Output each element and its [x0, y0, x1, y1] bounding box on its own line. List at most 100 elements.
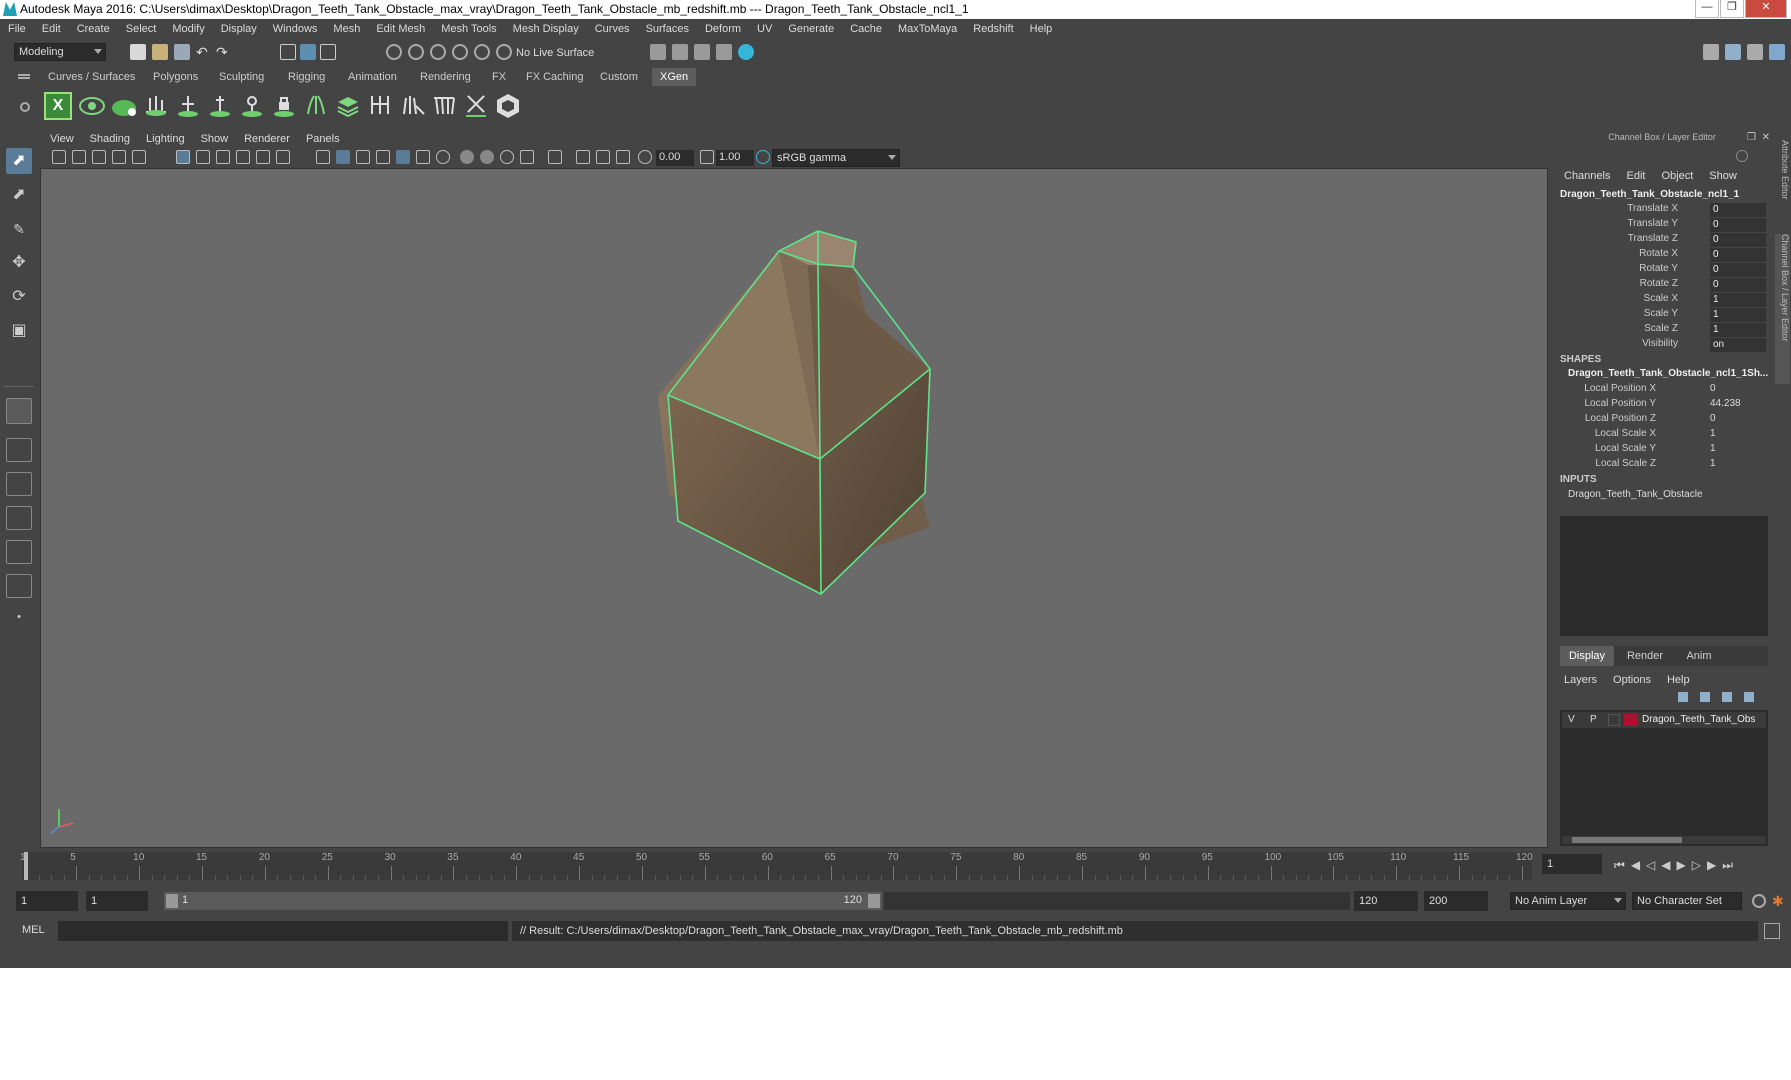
script-language-label[interactable]: MEL: [22, 924, 45, 936]
exposure-field[interactable]: 0.00: [656, 150, 694, 166]
command-input[interactable]: [58, 921, 508, 941]
dragon-teeth-obstacle-mesh[interactable]: [658, 231, 930, 594]
move-layer-down-icon[interactable]: [1700, 692, 1710, 702]
tab-render[interactable]: Render: [1618, 646, 1672, 666]
select-hierarchy-icon[interactable]: [280, 44, 296, 60]
move-tool-icon[interactable]: ✥: [6, 250, 32, 276]
shelf-settings-icon[interactable]: [20, 102, 30, 112]
render-view-icon[interactable]: [738, 44, 754, 60]
attr-scale-y[interactable]: Scale Y 1: [1550, 308, 1774, 323]
attr-rotate-x[interactable]: Rotate X 0: [1550, 248, 1774, 263]
menu-edit-mesh[interactable]: Edit Mesh: [376, 23, 425, 35]
shelf-menu-icon[interactable]: [18, 74, 30, 76]
layer-menu-help[interactable]: Help: [1667, 674, 1690, 686]
xgen-editor-icon[interactable]: X: [44, 92, 72, 120]
maximize-button[interactable]: ❐: [1720, 0, 1744, 18]
grab-tool-icon[interactable]: [398, 92, 426, 120]
cb-menu-object[interactable]: Object: [1661, 170, 1693, 182]
gamma-icon[interactable]: [700, 150, 714, 164]
input-node-name[interactable]: Dragon_Teeth_Tank_Obstacle: [1568, 489, 1703, 500]
rotate-tool-icon[interactable]: ⟳: [6, 284, 32, 310]
lasso-tool-icon[interactable]: ⬈: [6, 182, 32, 208]
tab-anim[interactable]: Anim: [1674, 646, 1724, 666]
attr-value[interactable]: 1: [1710, 458, 1716, 469]
viewport-menu-panels[interactable]: Panels: [306, 133, 340, 145]
gate-mask-icon[interactable]: [236, 150, 250, 164]
xray-icon[interactable]: [576, 150, 590, 164]
lock-guides-icon[interactable]: [270, 92, 298, 120]
grid-icon[interactable]: [176, 150, 190, 164]
exposure-icon[interactable]: [638, 150, 652, 164]
tab-curves-surfaces[interactable]: Curves / Surfaces: [40, 68, 143, 86]
layer-color-swatch[interactable]: [1624, 714, 1638, 726]
playback-end-field[interactable]: 120: [1354, 891, 1418, 911]
menu-edit[interactable]: Edit: [42, 23, 61, 35]
wireframe-on-shaded-icon[interactable]: [356, 150, 370, 164]
layer-menu-options[interactable]: Options: [1613, 674, 1651, 686]
float-panel-icon[interactable]: ❐: [1747, 132, 1756, 143]
range-slider-track[interactable]: [884, 892, 1350, 910]
sculpt-guides-icon[interactable]: [238, 92, 266, 120]
attr-value[interactable]: 0: [1710, 278, 1766, 292]
shape-name[interactable]: Dragon_Teeth_Tank_Obstacle_ncl1_1Sh...: [1568, 368, 1768, 379]
scale-tool-icon[interactable]: ▣: [6, 318, 32, 344]
shadows-icon[interactable]: [436, 150, 450, 164]
range-handle-start[interactable]: [166, 894, 178, 908]
field-chart-icon[interactable]: [256, 150, 270, 164]
attr-value[interactable]: 1: [1710, 293, 1766, 307]
image-plane-icon[interactable]: [112, 150, 126, 164]
color-management-icon[interactable]: [756, 150, 770, 164]
snap-grid-icon[interactable]: [386, 44, 402, 60]
attr-local-position-z[interactable]: Local Position Z 0: [1550, 413, 1774, 428]
attr-value[interactable]: 0: [1710, 203, 1766, 217]
select-object-icon[interactable]: [300, 44, 316, 60]
motion-blur-icon[interactable]: [480, 150, 494, 164]
tab-custom[interactable]: Custom: [592, 68, 646, 86]
camera-attributes-icon[interactable]: [72, 150, 86, 164]
play-back-icon[interactable]: ◀: [1661, 858, 1676, 872]
menu-generate[interactable]: Generate: [788, 23, 834, 35]
resolution-gate-icon[interactable]: [216, 150, 230, 164]
tab-rendering[interactable]: Rendering: [412, 68, 479, 86]
wireframe-icon[interactable]: [316, 150, 330, 164]
tool-settings-icon[interactable]: [1747, 44, 1763, 60]
bake-guides-icon[interactable]: [366, 92, 394, 120]
attr-scale-x[interactable]: Scale X 1: [1550, 293, 1774, 308]
tab-rigging[interactable]: Rigging: [280, 68, 333, 86]
go-to-end-icon[interactable]: ⏭: [1722, 858, 1739, 872]
add-guide-icon[interactable]: [174, 92, 202, 120]
film-gate-icon[interactable]: [196, 150, 210, 164]
cut-tool-icon[interactable]: [462, 92, 490, 120]
ipr-render-icon[interactable]: [672, 44, 688, 60]
minimize-button[interactable]: —: [1695, 0, 1719, 18]
smooth-shade-icon[interactable]: [336, 150, 350, 164]
timeline-ruler[interactable]: 1 5 10 15 20 25 30 35 40 45 50 55 60 65 70 75 80 85 90 95 10…: [20, 852, 1533, 880]
use-all-lights-icon[interactable]: [416, 150, 430, 164]
attr-translate-x[interactable]: Translate X 0: [1550, 203, 1774, 218]
menu-create[interactable]: Create: [77, 23, 110, 35]
2d-pan-zoom-icon[interactable]: [132, 150, 146, 164]
new-scene-icon[interactable]: [130, 44, 146, 60]
object-name[interactable]: Dragon_Teeth_Tank_Obstacle_ncl1_1: [1560, 189, 1739, 200]
attr-value[interactable]: 0: [1710, 413, 1716, 424]
attr-rotate-z[interactable]: Rotate Z 0: [1550, 278, 1774, 293]
tab-fx-caching[interactable]: FX Caching: [518, 68, 591, 86]
menu-help[interactable]: Help: [1030, 23, 1053, 35]
attr-local-scale-z[interactable]: Local Scale Z 1: [1550, 458, 1774, 473]
snap-surface-icon[interactable]: [474, 44, 490, 60]
guide-curves-icon[interactable]: [302, 92, 330, 120]
viewport-menu-renderer[interactable]: Renderer: [244, 133, 290, 145]
attr-rotate-y[interactable]: Rotate Y 0: [1550, 263, 1774, 278]
cb-menu-edit[interactable]: Edit: [1626, 170, 1645, 182]
isolate-select-icon[interactable]: [548, 150, 562, 164]
menu-maxtomaya[interactable]: MaxToMaya: [898, 23, 957, 35]
tab-animation[interactable]: Animation: [340, 68, 405, 86]
tab-attribute-editor[interactable]: Attribute Editor: [1775, 140, 1790, 230]
auto-key-icon[interactable]: [1752, 894, 1766, 908]
layer-visibility-toggle[interactable]: V: [1568, 714, 1575, 725]
viewport-menu-show[interactable]: Show: [201, 133, 229, 145]
place-guides-icon[interactable]: [142, 92, 170, 120]
bookmark-icon[interactable]: [92, 150, 106, 164]
camera-select-icon[interactable]: [52, 150, 66, 164]
menu-redshift[interactable]: Redshift: [973, 23, 1013, 35]
